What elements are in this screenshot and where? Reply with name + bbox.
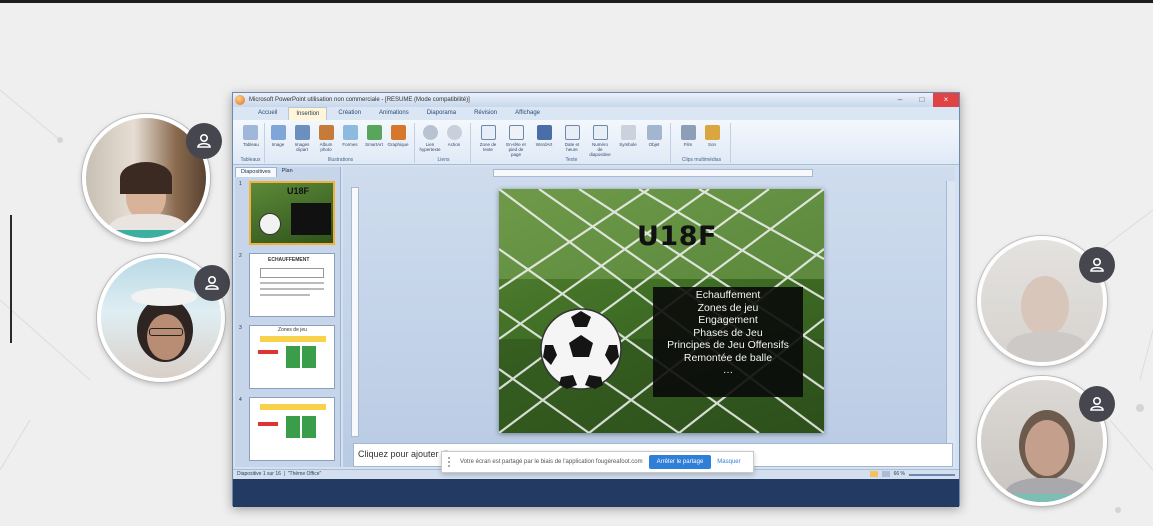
ribbon-group-texte: Zone de texte En-tête et pied de page Wo… bbox=[473, 123, 671, 163]
textbox-icon[interactable] bbox=[481, 125, 496, 140]
ribbon-tabs: Accueil Insertion Création Animations Di… bbox=[233, 107, 959, 120]
slide-number-icon[interactable] bbox=[593, 125, 608, 140]
tab-accueil[interactable]: Accueil bbox=[251, 107, 284, 120]
hide-button[interactable]: Masquer bbox=[717, 459, 740, 465]
maximize-button[interactable]: □ bbox=[911, 93, 933, 107]
participant-1-user-icon bbox=[186, 123, 222, 159]
tab-outline-pane[interactable]: Plan bbox=[277, 167, 298, 177]
table-icon[interactable] bbox=[243, 125, 258, 140]
slide-title[interactable]: U18F bbox=[637, 221, 717, 252]
slide-thumbnail-1[interactable]: U18F bbox=[249, 181, 335, 245]
agenda-item: … bbox=[722, 364, 734, 376]
current-slide[interactable]: U18F Echauffement Zones de jeu Engagemen… bbox=[499, 189, 824, 433]
ribbon: Tableau Tableaux Image Images clipart Al… bbox=[233, 120, 959, 165]
tab-creation[interactable]: Création bbox=[331, 107, 368, 120]
window-titlebar: Microsoft PowerPoint utilisation non com… bbox=[233, 93, 959, 107]
tab-revision[interactable]: Révision bbox=[467, 107, 504, 120]
image-icon[interactable] bbox=[271, 125, 286, 140]
agenda-item: Phases de Jeu bbox=[693, 326, 763, 339]
participant-4-user-icon bbox=[1079, 386, 1115, 422]
tab-slides-pane[interactable]: Diapositives bbox=[235, 167, 277, 177]
minimize-button[interactable]: – bbox=[889, 93, 911, 107]
tab-insertion[interactable]: Insertion bbox=[288, 107, 328, 120]
horizontal-ruler bbox=[493, 169, 813, 177]
sound-icon[interactable] bbox=[705, 125, 720, 140]
slide-thumbnail-3[interactable]: Zones de jeu bbox=[249, 325, 335, 389]
agenda-item: Echauffement bbox=[695, 289, 761, 301]
photo-album-icon[interactable] bbox=[319, 125, 334, 140]
header-footer-icon[interactable] bbox=[509, 125, 524, 140]
screen-share-message: Votre écran est partagé par le biais de … bbox=[460, 459, 643, 465]
stop-sharing-button[interactable]: Arrêter le partage bbox=[648, 455, 712, 469]
smartart-icon[interactable] bbox=[367, 125, 382, 140]
zoom-slider[interactable] bbox=[909, 474, 955, 476]
window-title: Microsoft PowerPoint utilisation non com… bbox=[249, 97, 470, 103]
thumbnail-1-title: U18F bbox=[287, 186, 310, 196]
agenda-textbox[interactable]: Echauffement Zones de jeu Engagement Pha… bbox=[653, 287, 803, 397]
close-button[interactable]: × bbox=[933, 93, 959, 107]
powerpoint-window: Microsoft PowerPoint utilisation non com… bbox=[232, 92, 960, 507]
left-edge-marker bbox=[10, 215, 12, 343]
shapes-icon[interactable] bbox=[343, 125, 358, 140]
clipart-icon[interactable] bbox=[295, 125, 310, 140]
thumbnail-3-title: Zones de jeu bbox=[278, 327, 307, 333]
object-icon[interactable] bbox=[647, 125, 662, 140]
agenda-item: Zones de jeu bbox=[697, 301, 759, 314]
sorter-view-icon[interactable] bbox=[881, 471, 890, 477]
agenda-item: Engagement bbox=[698, 314, 758, 326]
status-theme: "Thème Office" bbox=[287, 471, 322, 477]
tab-diaporama[interactable]: Diaporama bbox=[420, 107, 463, 120]
screen-share-bar: Votre écran est partagé par le biais de … bbox=[441, 451, 754, 473]
normal-view-icon[interactable] bbox=[869, 471, 878, 477]
ribbon-group-liens: Lien hypertexte Action Liens bbox=[417, 123, 471, 163]
zoom-level[interactable]: 66 % bbox=[894, 471, 905, 477]
drag-handle-icon[interactable] bbox=[448, 457, 454, 467]
slides-pane: Diapositives Plan 1 U18F 2 ECHAUFFEMENT … bbox=[235, 167, 341, 467]
chart-icon[interactable] bbox=[391, 125, 406, 140]
slide-editor: U18F Echauffement Zones de jeu Engagemen… bbox=[343, 167, 955, 467]
tab-animations[interactable]: Animations bbox=[372, 107, 416, 120]
participant-2-user-icon bbox=[194, 265, 230, 301]
hyperlink-icon[interactable] bbox=[423, 125, 438, 140]
thumbnail-2-title: ECHAUFFEMENT bbox=[268, 257, 310, 263]
office-button-icon[interactable] bbox=[235, 95, 245, 105]
wordart-icon[interactable] bbox=[537, 125, 552, 140]
ribbon-group-illustrations: Image Images clipart Album photo Formes … bbox=[267, 123, 415, 163]
participant-3-user-icon bbox=[1079, 247, 1115, 283]
vertical-ruler bbox=[351, 187, 359, 437]
tab-affichage[interactable]: Affichage bbox=[508, 107, 547, 120]
vertical-scrollbar[interactable] bbox=[946, 181, 955, 467]
slide-thumbnail-2[interactable]: ECHAUFFEMENT bbox=[249, 253, 335, 317]
movie-icon[interactable] bbox=[681, 125, 696, 140]
ribbon-group-tableaux: Tableau Tableaux bbox=[237, 123, 265, 163]
symbol-icon[interactable] bbox=[621, 125, 636, 140]
slide-thumbnail-4[interactable] bbox=[249, 397, 335, 461]
status-slide-count: Diapositive 1 sur 16 bbox=[237, 471, 281, 477]
agenda-item: Principes de Jeu Offensifs bbox=[667, 339, 789, 351]
action-icon[interactable] bbox=[447, 125, 462, 140]
agenda-item: Remontée de balle bbox=[683, 351, 773, 364]
windows-taskbar bbox=[233, 479, 959, 507]
ribbon-group-clips: Film Son Clips multimédias bbox=[673, 123, 731, 163]
date-time-icon[interactable] bbox=[565, 125, 580, 140]
soccer-ball-image bbox=[540, 308, 622, 390]
